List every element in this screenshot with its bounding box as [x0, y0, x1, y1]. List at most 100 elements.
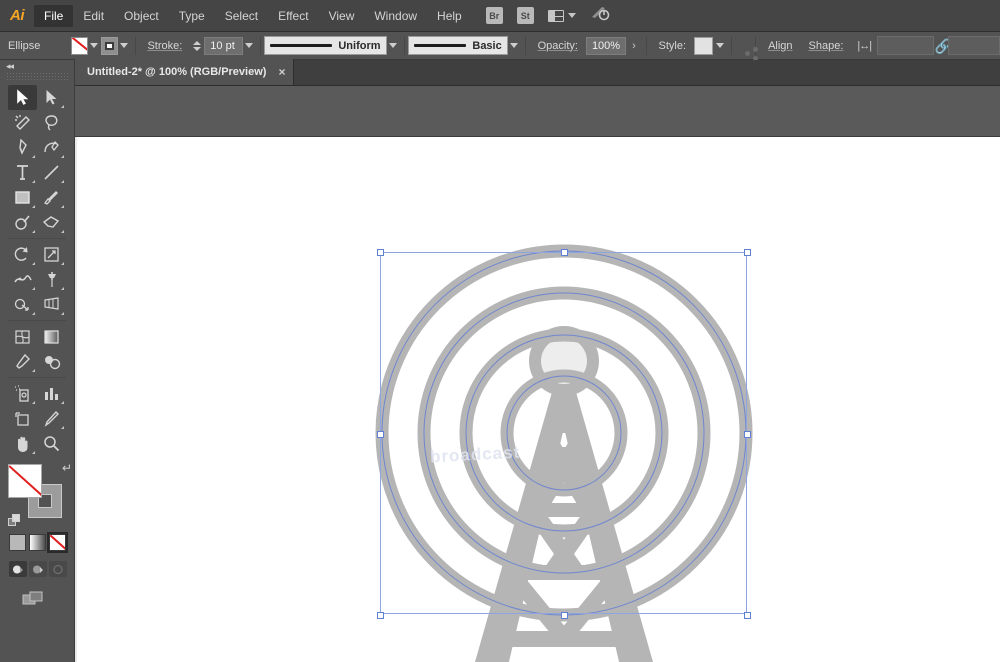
- curvature-tool[interactable]: [37, 135, 66, 160]
- direct-selection-tool[interactable]: [37, 85, 66, 110]
- stroke-profile-dropdown-icon[interactable]: [387, 36, 400, 56]
- default-fill-stroke-icon[interactable]: [8, 514, 20, 526]
- none-mode-button[interactable]: [47, 532, 68, 553]
- stroke-color-swatch[interactable]: [101, 36, 118, 55]
- bridge-icon[interactable]: Br: [485, 7, 503, 24]
- collapse-panel-icon[interactable]: ◂◂: [0, 60, 74, 73]
- stroke-weight-input[interactable]: 10 pt: [204, 36, 243, 55]
- menu-select[interactable]: Select: [215, 5, 268, 27]
- chevron-down-icon: [567, 13, 576, 18]
- home-rocket-glyph: [591, 7, 610, 21]
- eraser-tool[interactable]: [37, 210, 66, 235]
- magic-wand-tool[interactable]: [8, 110, 37, 135]
- stroke-dropdown-icon[interactable]: [118, 36, 131, 56]
- paintbrush-tool[interactable]: [37, 185, 66, 210]
- width-tool[interactable]: [8, 267, 37, 292]
- column-graph-tool[interactable]: [37, 381, 66, 406]
- stroke-profile-label: Uniform: [338, 39, 381, 52]
- document-header-strip: [75, 86, 1000, 137]
- menu-file[interactable]: File: [34, 4, 74, 27]
- stroke-profile-select[interactable]: Uniform: [264, 36, 387, 55]
- tool-divider: [8, 238, 66, 239]
- line-segment-tool[interactable]: [37, 160, 66, 185]
- arrange-documents-icon[interactable]: [547, 9, 576, 22]
- fill-color-swatch[interactable]: [71, 36, 88, 55]
- rectangle-tool[interactable]: [8, 185, 37, 210]
- document-tab-bar: Untitled-2* @ 100% (RGB/Preview) ×: [75, 59, 1000, 86]
- artboard-tool[interactable]: [8, 406, 37, 431]
- width-input[interactable]: [877, 36, 935, 55]
- opacity-options-icon[interactable]: ›: [626, 40, 642, 52]
- menu-type[interactable]: Type: [169, 5, 215, 27]
- hand-tool[interactable]: [8, 431, 37, 456]
- mesh-tool[interactable]: [8, 324, 37, 349]
- gradient-mode-button[interactable]: [29, 534, 46, 551]
- style-dropdown-icon[interactable]: [713, 36, 726, 56]
- draw-behind-button[interactable]: [29, 561, 47, 577]
- fill-dropdown-icon[interactable]: [88, 36, 101, 56]
- width-icon: |↔|: [857, 39, 872, 52]
- scale-tool[interactable]: [37, 242, 66, 267]
- menu-help[interactable]: Help: [427, 5, 472, 27]
- perspective-grid-tool[interactable]: [37, 292, 66, 317]
- uniform-profile-icon: [270, 44, 333, 47]
- go-to-start-icon[interactable]: [590, 5, 610, 26]
- draw-mode-row: [0, 551, 74, 577]
- canvas-area[interactable]: broadcast: [75, 137, 1000, 662]
- tool-divider: [8, 377, 66, 378]
- color-mode-button[interactable]: [9, 534, 26, 551]
- rotate-tool[interactable]: [8, 242, 37, 267]
- eyedropper-tool[interactable]: [8, 349, 37, 374]
- brush-definition-dropdown-icon[interactable]: [508, 36, 521, 56]
- height-input[interactable]: [948, 36, 1000, 55]
- menu-edit[interactable]: Edit: [73, 5, 114, 27]
- selection-tool[interactable]: [8, 85, 37, 110]
- opacity-label[interactable]: Opacity:: [530, 40, 586, 52]
- pen-tool[interactable]: [8, 135, 37, 160]
- close-icon[interactable]: ×: [278, 66, 285, 78]
- slice-tool[interactable]: [37, 406, 66, 431]
- symbol-sprayer-tool[interactable]: [8, 381, 37, 406]
- stroke-weight-stepper[interactable]: [193, 40, 202, 51]
- zoom-tool[interactable]: [37, 431, 66, 456]
- menu-object[interactable]: Object: [114, 5, 169, 27]
- lasso-tool[interactable]: [37, 110, 66, 135]
- divider: [134, 36, 136, 55]
- menu-bar: Ai File Edit Object Type Select Effect V…: [0, 0, 1000, 32]
- menu-window[interactable]: Window: [364, 5, 427, 27]
- brush-definition-select[interactable]: Basic: [408, 36, 508, 55]
- fill-swatch-large[interactable]: [8, 464, 42, 498]
- free-transform-tool[interactable]: [37, 267, 66, 292]
- illustrator-window: Ai File Edit Object Type Select Effect V…: [0, 0, 1000, 662]
- document-tab[interactable]: Untitled-2* @ 100% (RGB/Preview) ×: [75, 59, 295, 85]
- control-bar: Ellipse Stroke: 10 pt Uniform Basic Opac…: [0, 32, 1000, 60]
- tool-divider: [8, 320, 66, 321]
- draw-inside-button[interactable]: [49, 561, 67, 577]
- align-button[interactable]: Align: [760, 40, 800, 52]
- stock-icon[interactable]: St: [516, 7, 534, 24]
- type-tool[interactable]: [8, 160, 37, 185]
- shape-builder-tool[interactable]: [8, 292, 37, 317]
- app-logo-icon: Ai: [0, 0, 34, 32]
- shape-button[interactable]: Shape:: [801, 40, 852, 52]
- blend-tool[interactable]: [37, 349, 66, 374]
- stroke-weight-label[interactable]: Stroke:: [139, 40, 190, 52]
- graphic-style-swatch[interactable]: [694, 36, 714, 55]
- gradient-tool[interactable]: [37, 324, 66, 349]
- radio-broadcast-tower-icon[interactable]: [75, 137, 1000, 662]
- color-mode-row: [0, 522, 74, 553]
- document-tab-label: Untitled-2* @ 100% (RGB/Preview): [87, 66, 267, 78]
- change-screen-mode-button[interactable]: [0, 577, 74, 612]
- divider: [755, 36, 757, 55]
- menu-effect[interactable]: Effect: [268, 5, 318, 27]
- stroke-weight-dropdown-icon[interactable]: [243, 36, 256, 56]
- panel-grip[interactable]: [6, 73, 68, 82]
- swap-fill-stroke-icon[interactable]: ↵: [62, 461, 72, 475]
- app-logo-text: Ai: [10, 7, 25, 24]
- style-label: Style:: [658, 39, 686, 52]
- opacity-input[interactable]: 100%: [585, 36, 627, 55]
- menu-view[interactable]: View: [319, 5, 365, 27]
- draw-normal-button[interactable]: [9, 561, 27, 577]
- constrain-proportions-icon[interactable]: 🔗: [934, 37, 951, 55]
- shaper-tool[interactable]: [8, 210, 37, 235]
